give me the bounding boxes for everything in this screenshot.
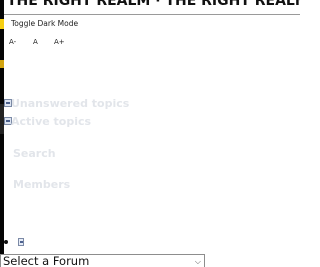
font-size-increase-button[interactable]: A+ bbox=[54, 38, 65, 46]
site-title[interactable]: THE RIGHT REALM · THE RIGHT REALM bbox=[7, 0, 300, 9]
font-size-decrease-button[interactable]: A- bbox=[9, 38, 16, 46]
page-header: THE RIGHT REALM · THE RIGHT REALM bbox=[0, 0, 300, 9]
header-divider bbox=[4, 14, 300, 15]
search-link[interactable]: Search bbox=[13, 147, 56, 160]
chevron-down-icon: ⌵ bbox=[194, 257, 201, 266]
list-bullet bbox=[4, 240, 8, 244]
strip-highlight-secondary bbox=[0, 60, 4, 68]
members-link[interactable]: Members bbox=[13, 178, 70, 191]
strip-highlight bbox=[0, 19, 4, 29]
forum-icon bbox=[18, 238, 24, 246]
forum-select-value: Select a Forum bbox=[3, 254, 90, 267]
forum-select[interactable]: Select a Forum ⌵ bbox=[0, 254, 205, 267]
left-edge-strip bbox=[0, 0, 4, 267]
unanswered-topics-link[interactable]: Unanswered topics bbox=[11, 97, 129, 110]
font-size-normal-button[interactable]: A bbox=[33, 38, 38, 46]
active-topics-link[interactable]: Active topics bbox=[11, 115, 91, 128]
toggle-dark-mode-button[interactable]: Toggle Dark Mode bbox=[11, 19, 78, 28]
